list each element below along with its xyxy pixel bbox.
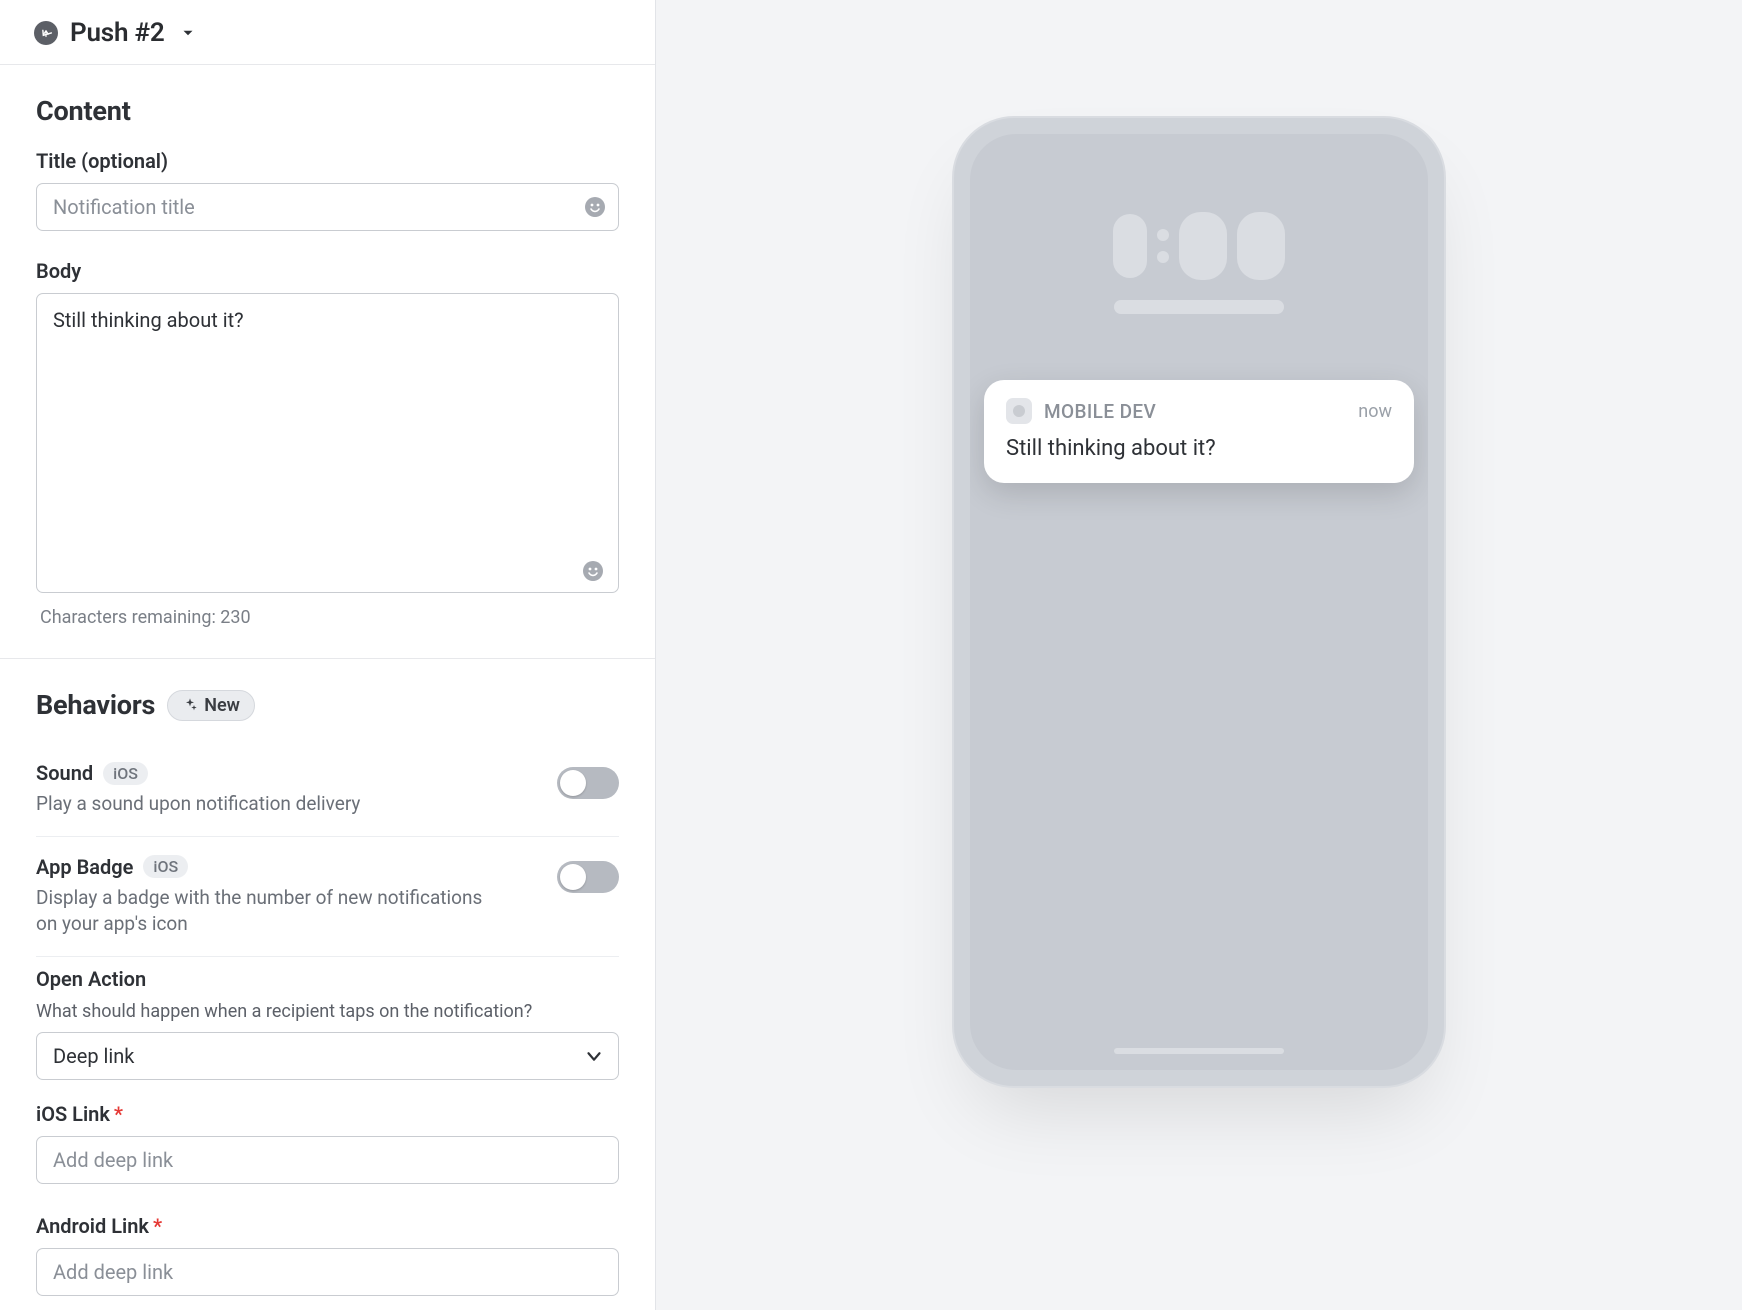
android-link-input[interactable] (36, 1248, 619, 1296)
android-link-label: Android Link* (36, 1214, 619, 1238)
body-label: Body (36, 259, 619, 283)
appbadge-toggle[interactable] (557, 861, 619, 893)
open-action-help: What should happen when a recipient taps… (36, 1001, 619, 1022)
open-action-block: Open Action What should happen when a re… (36, 957, 619, 1296)
sound-toggle[interactable] (557, 767, 619, 799)
sound-title: Sound (36, 761, 93, 785)
chevron-down-icon[interactable] (179, 24, 197, 42)
ios-badge: iOS (103, 762, 148, 785)
behaviors-section: Behaviors New Sound iOS Play a sound upo… (0, 659, 655, 1306)
sound-row: Sound iOS Play a sound upon notification… (36, 743, 619, 837)
ios-badge: iOS (143, 855, 188, 878)
sparkle-icon (182, 697, 198, 713)
notification-preview: MOBILE DEV now Still thinking about it? (984, 380, 1414, 483)
title-input[interactable] (36, 183, 619, 231)
home-indicator (1114, 1048, 1284, 1054)
new-badge-label: New (204, 695, 240, 716)
editor-panel: Push #2 Content Title (optional) Body (0, 0, 656, 1310)
content-heading: Content (36, 95, 619, 127)
push-icon (34, 21, 58, 45)
open-action-label: Open Action (36, 967, 619, 991)
lockscreen-clock (970, 212, 1428, 280)
open-action-select[interactable]: Deep link (36, 1032, 619, 1080)
chars-remaining: Characters remaining: 230 (36, 607, 619, 628)
content-section: Content Title (optional) Body (0, 65, 655, 659)
appbadge-row: App Badge iOS Display a badge with the n… (36, 837, 619, 957)
body-field: Body Characters remaining: 230 (36, 259, 619, 628)
title-field: Title (optional) (36, 149, 619, 231)
ios-link-input[interactable] (36, 1136, 619, 1184)
notif-body: Still thinking about it? (1006, 436, 1392, 461)
behaviors-heading: Behaviors (36, 689, 155, 721)
emoji-icon[interactable] (581, 559, 605, 583)
sound-desc: Play a sound upon notification delivery (36, 791, 506, 818)
phone-screen: MOBILE DEV now Still thinking about it? (970, 134, 1428, 1070)
lockscreen-date (1114, 300, 1284, 314)
ios-link-label: iOS Link* (36, 1102, 619, 1126)
notif-time: now (1358, 401, 1392, 422)
panel-title: Push #2 (70, 18, 165, 48)
emoji-icon[interactable] (583, 195, 607, 219)
appbadge-desc: Display a badge with the number of new n… (36, 885, 506, 938)
new-badge: New (167, 690, 255, 721)
notif-app-name: MOBILE DEV (1044, 400, 1156, 423)
title-label: Title (optional) (36, 149, 619, 173)
panel-header: Push #2 (0, 0, 655, 65)
app-icon (1006, 398, 1032, 424)
appbadge-title: App Badge (36, 855, 133, 879)
phone-mock: MOBILE DEV now Still thinking about it? (954, 118, 1444, 1086)
body-textarea[interactable] (36, 293, 619, 593)
app-root: Push #2 Content Title (optional) Body (0, 0, 1742, 1310)
preview-pane: MOBILE DEV now Still thinking about it? (656, 0, 1742, 1310)
